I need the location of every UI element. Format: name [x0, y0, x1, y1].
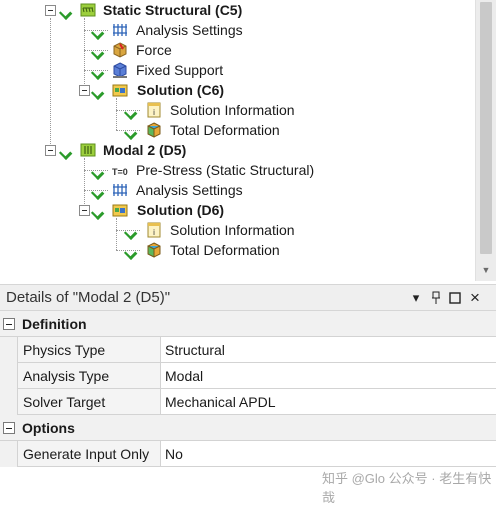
- tree-node-label: Force: [136, 42, 172, 58]
- solution-icon: [112, 84, 128, 97]
- collapse-toggle[interactable]: [45, 5, 56, 16]
- status-check-icon: [90, 86, 105, 100]
- analysis-settings-icon: [113, 24, 127, 36]
- tree-node-analysis-settings[interactable]: Analysis Settings: [0, 180, 470, 200]
- tree-node-label: Analysis Settings: [136, 182, 243, 198]
- tree-node-label: Solution Information: [170, 222, 295, 238]
- status-check-icon: [58, 146, 73, 160]
- tree-node-solution-information[interactable]: i Solution Information: [0, 100, 470, 120]
- tree-node-label: Static Structural (C5): [103, 2, 243, 18]
- status-check-icon: [123, 246, 138, 260]
- collapse-section-icon[interactable]: [3, 318, 15, 330]
- details-panel-header: Details of "Modal 2 (D5)" ▾ ×: [0, 284, 496, 311]
- tree-node-label: Pre-Stress (Static Structural): [136, 162, 315, 178]
- status-check-icon: [58, 6, 73, 20]
- status-check-icon: [123, 226, 138, 240]
- close-icon[interactable]: ×: [467, 289, 483, 307]
- tree-node-total-deformation[interactable]: Total Deformation: [0, 120, 470, 140]
- status-check-icon: [90, 26, 105, 40]
- outline-tree[interactable]: Static Structural (C5) Analysis Settings…: [0, 0, 496, 281]
- details-panel-title: Details of "Modal 2 (D5)": [6, 289, 171, 306]
- section-definition[interactable]: Definition: [0, 311, 496, 337]
- force-icon: [113, 42, 127, 58]
- panel-menu-icon[interactable]: ▾: [408, 289, 424, 307]
- tree-node-total-deformation[interactable]: Total Deformation: [0, 240, 470, 260]
- section-options[interactable]: Options: [0, 415, 496, 441]
- solution-icon: [112, 204, 128, 217]
- solution-information-icon: i: [147, 102, 161, 118]
- tree-node-label: Solution Information: [170, 102, 295, 118]
- status-check-icon: [90, 46, 105, 60]
- property-value[interactable]: Structural: [165, 337, 225, 363]
- tree-node-static-structural[interactable]: Static Structural (C5): [0, 0, 470, 20]
- collapse-toggle[interactable]: [79, 205, 90, 216]
- row-gutter: [0, 363, 18, 389]
- tree-node-analysis-settings[interactable]: Analysis Settings: [0, 20, 470, 40]
- property-value[interactable]: Mechanical APDL: [165, 389, 276, 415]
- tree-node-solution-d6[interactable]: Solution (D6): [0, 200, 470, 220]
- total-deformation-icon: [147, 242, 161, 258]
- section-label: Options: [22, 420, 75, 436]
- tree-node-label: Solution (C6): [137, 82, 225, 98]
- tree-node-solution-c6[interactable]: Solution (C6): [0, 80, 470, 100]
- scroll-down-arrow-icon[interactable]: ▼: [476, 265, 496, 275]
- tree-node-label: Total Deformation: [170, 122, 280, 138]
- status-check-icon: [123, 126, 138, 140]
- maximize-icon[interactable]: [447, 289, 463, 307]
- status-check-icon: [123, 106, 138, 120]
- collapse-toggle[interactable]: [79, 85, 90, 96]
- tree-node-pre-stress[interactable]: T=0 Pre-Stress (Static Structural): [0, 160, 470, 180]
- analysis-settings-icon: [113, 184, 127, 196]
- tree-node-force[interactable]: Force: [0, 40, 470, 60]
- row-gutter: [0, 389, 18, 415]
- fixed-support-icon: [113, 62, 127, 78]
- modal-icon: [80, 143, 96, 157]
- tree-node-fixed-support[interactable]: Fixed Support: [0, 60, 470, 80]
- tree-node-label: Total Deformation: [170, 242, 280, 258]
- status-check-icon: [90, 186, 105, 200]
- tree-node-solution-information[interactable]: i Solution Information: [0, 220, 470, 240]
- static-structural-icon: [80, 3, 96, 17]
- property-row[interactable]: Solver Target Mechanical APDL: [0, 389, 496, 415]
- svg-text:i: i: [153, 228, 155, 237]
- scrollbar-thumb[interactable]: [480, 2, 492, 254]
- total-deformation-icon: [147, 122, 161, 138]
- property-value[interactable]: No: [165, 441, 183, 467]
- collapse-toggle[interactable]: [45, 145, 56, 156]
- row-gutter: [0, 337, 18, 363]
- status-check-icon: [90, 206, 105, 220]
- status-check-icon: [90, 166, 105, 180]
- tree-node-label: Modal 2 (D5): [103, 142, 187, 158]
- tree-node-label: Analysis Settings: [136, 22, 243, 38]
- status-check-icon: [90, 66, 105, 80]
- tree-node-label: Fixed Support: [136, 62, 224, 78]
- row-gutter: [0, 441, 18, 467]
- collapse-section-icon[interactable]: [3, 422, 15, 434]
- property-name: Physics Type: [18, 337, 161, 362]
- property-row[interactable]: Generate Input Only No: [0, 441, 496, 467]
- tree-node-modal[interactable]: Modal 2 (D5): [0, 140, 470, 160]
- vertical-scrollbar[interactable]: ▼: [475, 0, 496, 281]
- svg-text:i: i: [153, 108, 155, 117]
- property-row[interactable]: Analysis Type Modal: [0, 363, 496, 389]
- property-name: Generate Input Only: [18, 441, 161, 466]
- section-label: Definition: [22, 316, 87, 332]
- tree-node-label: Solution (D6): [137, 202, 225, 218]
- property-value[interactable]: Modal: [165, 363, 203, 389]
- pin-icon[interactable]: [428, 289, 444, 307]
- property-row[interactable]: Physics Type Structural: [0, 337, 496, 363]
- solution-information-icon: i: [147, 222, 161, 238]
- watermark-text: 知乎 @Glo 公众号 · 老生有快哉: [322, 471, 492, 505]
- property-name: Analysis Type: [18, 363, 161, 388]
- property-name: Solver Target: [18, 389, 161, 414]
